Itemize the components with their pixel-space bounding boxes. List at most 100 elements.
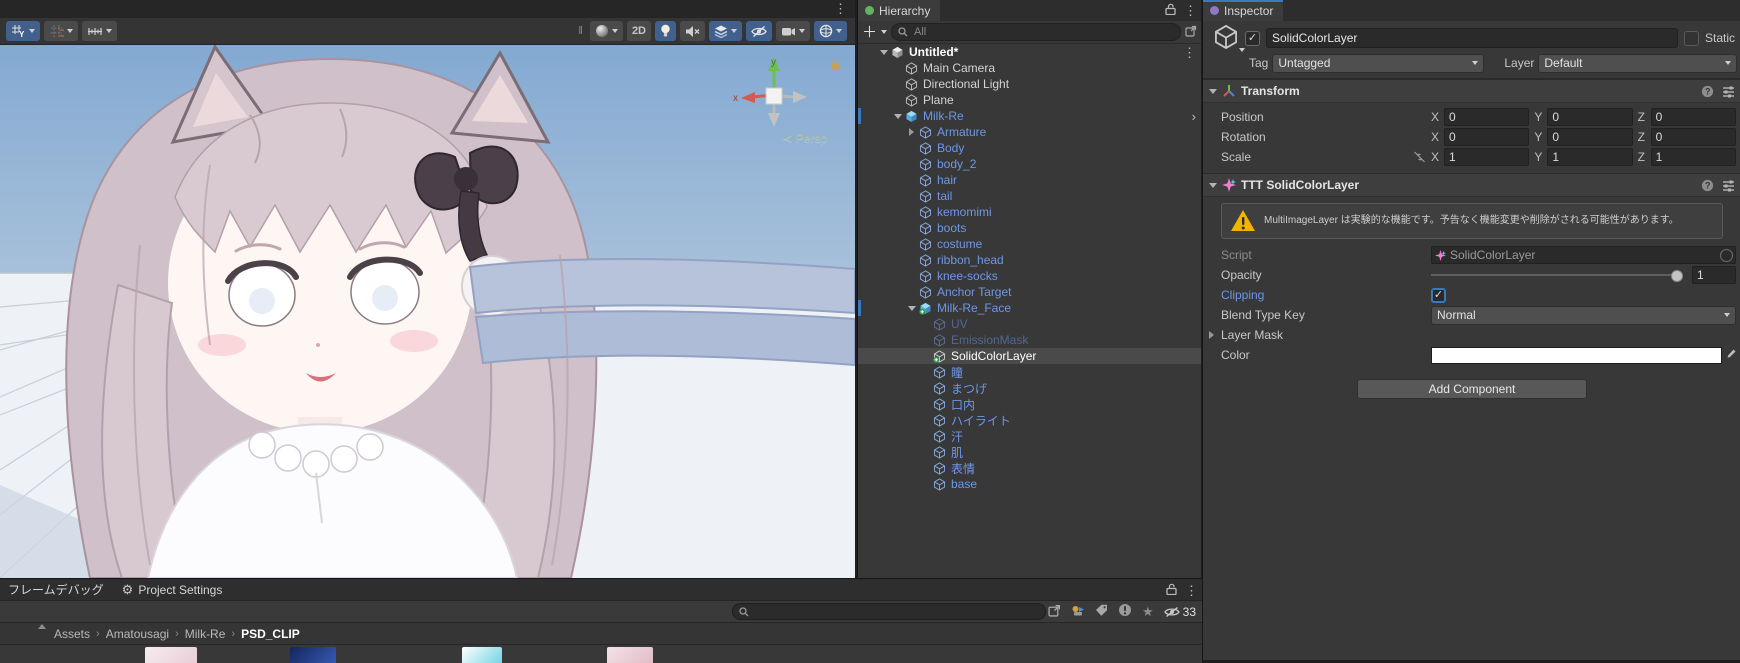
hierarchy-item-Main_Camera[interactable]: Main Camera	[858, 60, 1201, 76]
snap-grid-button[interactable]	[44, 21, 78, 41]
scene-menu-kebab-icon[interactable]: ⋮	[834, 2, 847, 15]
shaded-sphere-button[interactable]	[590, 21, 623, 41]
eye-off-button[interactable]	[746, 21, 772, 41]
help-icon[interactable]: ?	[1701, 179, 1714, 192]
gameobject-icon[interactable]	[1213, 24, 1239, 53]
solidcolorlayer-header[interactable]: TTT SolidColorLayer ?	[1203, 173, 1740, 197]
blend-type-dropdown[interactable]: Normal	[1431, 306, 1736, 325]
clipping-checkbox[interactable]: ✓	[1431, 288, 1446, 303]
item-menu-kebab-icon[interactable]: ⋮	[1183, 46, 1196, 59]
expand-arrow-icon[interactable]	[892, 114, 903, 119]
hierarchy-lock-icon[interactable]	[1165, 3, 1176, 18]
hierarchy-item-Milk-Re[interactable]: >Milk-Re›	[858, 108, 1201, 124]
dropdown-caret-icon[interactable]	[612, 29, 618, 33]
hierarchy-item-Plane[interactable]: Plane	[858, 92, 1201, 108]
transform-position-z-field[interactable]: 0	[1651, 108, 1736, 126]
hierarchy-item-Directional_Light[interactable]: Directional Light	[858, 76, 1201, 92]
preset-menu-icon[interactable]	[1722, 85, 1735, 98]
alert-icon[interactable]	[1118, 603, 1132, 620]
opacity-value-field[interactable]: 1	[1692, 266, 1736, 284]
hierarchy-search[interactable]	[891, 23, 1181, 41]
transform-scale-z-field[interactable]: 1	[1651, 148, 1736, 166]
dropdown-caret-icon[interactable]	[29, 29, 35, 33]
transform-position-y-field[interactable]: 0	[1547, 108, 1632, 126]
add-object-button[interactable]: ＋	[862, 25, 877, 40]
expand-arrow-icon[interactable]	[906, 306, 917, 311]
hierarchy-item-body_2[interactable]: body_2	[858, 156, 1201, 172]
scale-link-icon[interactable]	[1413, 151, 1426, 163]
asset-thumbnail-4[interactable]	[607, 647, 653, 663]
transform-header[interactable]: Transform ?	[1203, 79, 1740, 103]
frame-debug-tab[interactable]: フレームデバッグ	[8, 581, 104, 598]
static-checkbox[interactable]	[1684, 31, 1699, 46]
hierarchy-item-hair[interactable]: hair	[858, 172, 1201, 188]
open-prefab-chevron-icon[interactable]: ›	[1192, 109, 1196, 124]
hierarchy-item-boots[interactable]: boots	[858, 220, 1201, 236]
asset-type-filter-icon[interactable]	[1071, 604, 1085, 620]
hierarchy-item-tail[interactable]: tail	[858, 188, 1201, 204]
layer-mask-foldout-icon[interactable]	[1209, 331, 1214, 339]
transform-scale-y-field[interactable]: 1	[1547, 148, 1632, 166]
layers-button[interactable]	[709, 21, 742, 41]
scroll-up-arrow-icon[interactable]	[38, 624, 46, 629]
project-menu-kebab-icon[interactable]: ⋮	[1185, 584, 1198, 597]
hierarchy-item-UV[interactable]: UV	[858, 316, 1201, 332]
script-object-field[interactable]: SolidColorLayer	[1431, 246, 1736, 264]
scene-orientation-gizmo[interactable]: y x	[731, 53, 817, 137]
hierarchy-menu-kebab-icon[interactable]: ⋮	[1184, 4, 1197, 17]
add-object-caret-icon[interactable]	[881, 30, 887, 34]
project-search-input[interactable]	[753, 605, 1039, 619]
ruler-button[interactable]	[82, 21, 117, 41]
foldout-arrow-icon[interactable]	[1209, 89, 1217, 94]
breadcrumb-item-Assets[interactable]: Assets	[54, 627, 90, 641]
hierarchy-item-costume[interactable]: costume	[858, 236, 1201, 252]
breadcrumb-item-Amatousagi[interactable]: Amatousagi	[106, 627, 169, 641]
transform-rotation-y-field[interactable]: 0	[1547, 128, 1632, 146]
open-search-window-icon[interactable]	[1048, 604, 1061, 620]
hierarchy-item-Anchor_Target[interactable]: Anchor Target	[858, 284, 1201, 300]
dropdown-caret-icon[interactable]	[106, 29, 112, 33]
hierarchy-item-ribbon_head[interactable]: ribbon_head	[858, 252, 1201, 268]
hierarchy-item-Milk-Re_Face[interactable]: Milk-Re_Face	[858, 300, 1201, 316]
add-component-button[interactable]: Add Component	[1357, 379, 1587, 399]
layer-dropdown[interactable]: Default	[1538, 54, 1737, 73]
hierarchy-item-knee-socks[interactable]: knee-socks	[858, 268, 1201, 284]
opacity-slider[interactable]	[1431, 274, 1682, 276]
toolbar-drag-handle[interactable]: ‖	[578, 25, 583, 37]
hierarchy-item-_[interactable]: まつげ	[858, 380, 1201, 396]
expand-arrow-icon[interactable]	[878, 50, 889, 55]
opacity-slider-knob[interactable]	[1671, 270, 1683, 282]
hierarchy-item-_[interactable]: ハイライト	[858, 412, 1201, 428]
expand-arrow-icon[interactable]	[906, 128, 917, 136]
hierarchy-item-_[interactable]: 肌	[858, 444, 1201, 460]
hierarchy-item-Armature[interactable]: Armature	[858, 124, 1201, 140]
project-settings-tab[interactable]: ⚙ Project Settings	[122, 582, 223, 598]
asset-thumbnail-2[interactable]	[290, 647, 336, 663]
hierarchy-item-EmissionMask[interactable]: EmissionMask	[858, 332, 1201, 348]
color-swatch[interactable]	[1431, 347, 1722, 364]
perspective-indicator[interactable]: ≺ Persp	[782, 131, 827, 145]
gizmo-sphere-button[interactable]	[814, 21, 847, 41]
scene-lock-icon[interactable]	[829, 59, 841, 74]
hierarchy-search-input[interactable]	[912, 25, 1174, 39]
hierarchy-item-Untitled_[interactable]: >Untitled*⋮	[858, 44, 1201, 60]
dropdown-caret-icon[interactable]	[67, 29, 73, 33]
hierarchy-item-Body[interactable]: Body	[858, 140, 1201, 156]
audio-muted-button[interactable]	[680, 21, 705, 41]
tag-dropdown[interactable]: Untagged	[1272, 54, 1484, 73]
object-name-field[interactable]	[1266, 28, 1678, 48]
inspector-tab[interactable]: Inspector	[1203, 0, 1283, 21]
transform-rotation-z-field[interactable]: 0	[1651, 128, 1736, 146]
hierarchy-tab[interactable]: Hierarchy	[858, 0, 940, 21]
transform-position-x-field[interactable]: 0	[1444, 108, 1529, 126]
project-lock-icon[interactable]	[1166, 583, 1177, 598]
lightbulb-button[interactable]	[655, 21, 676, 41]
scene-view[interactable]: ⋮ Y ‖ 2D	[0, 0, 855, 578]
hidden-count-badge[interactable]: 33	[1164, 605, 1196, 619]
hierarchy-item-_[interactable]: 汗	[858, 428, 1201, 444]
transform-scale-x-field[interactable]: 1	[1444, 148, 1529, 166]
project-search[interactable]	[732, 603, 1046, 620]
hierarchy-item-base[interactable]: base	[858, 476, 1201, 492]
active-checkbox[interactable]: ✓	[1245, 31, 1260, 46]
asset-thumbnail-1[interactable]	[145, 647, 197, 663]
